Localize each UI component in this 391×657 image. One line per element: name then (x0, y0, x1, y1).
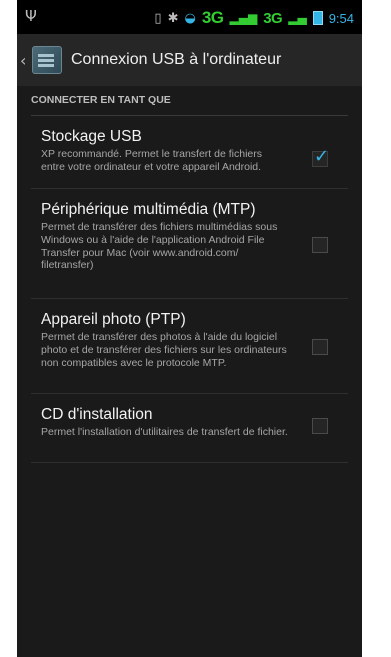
wifi-icon: ◒ (184, 10, 196, 26)
option-ptp[interactable]: Appareil photo (PTP) Permet de transfére… (31, 299, 348, 394)
signal-icon: ▂▄▆ (229, 11, 258, 25)
usb-icon: Ψ (25, 7, 37, 25)
vibrate-icon: ▯ (154, 10, 162, 26)
option-install-cd[interactable]: CD d'installation Permet l'installation … (31, 394, 348, 463)
checkbox-ptp[interactable] (312, 339, 328, 355)
page-title: Connexion USB à l'ordinateur (71, 51, 282, 68)
preferences-list: CONNECTER EN TANT QUE Stockage USB XP re… (17, 86, 362, 463)
option-mtp[interactable]: Périphérique multimédia (MTP) Permet de … (31, 189, 348, 299)
action-bar: ‹ Connexion USB à l'ordinateur (17, 34, 362, 86)
checkbox-mtp[interactable] (312, 237, 328, 253)
option-summary: Permet de transférer des fichiers multim… (41, 221, 278, 272)
clock: 9:54 (328, 10, 354, 26)
option-summary: XP recommandé. Permet le transfert de fi… (41, 148, 262, 173)
option-title: Appareil photo (PTP) (41, 311, 186, 328)
bluetooth-icon: ✱ (167, 10, 179, 26)
status-icons: ▯ ✱ ◒ 3G ▂▄▆ 3G ▂▄ 9:54 (154, 8, 354, 28)
option-title: Stockage USB (41, 128, 142, 145)
back-chevron-icon[interactable]: ‹ (20, 51, 28, 70)
phone-screen: Ψ ▯ ✱ ◒ 3G ▂▄▆ 3G ▂▄ 9:54 ‹ Connexion US… (17, 0, 362, 657)
battery-icon (312, 11, 323, 25)
settings-app-icon[interactable] (32, 46, 62, 74)
option-title: CD d'installation (41, 406, 153, 423)
network-type-2: 3G (263, 9, 283, 27)
option-title: Périphérique multimédia (MTP) (41, 201, 256, 218)
signal-icon-2: ▂▄ (288, 11, 307, 25)
network-type: 3G (201, 8, 224, 27)
option-usb-storage[interactable]: Stockage USB XP recommandé. Permet le tr… (31, 116, 348, 189)
status-bar: Ψ ▯ ✱ ◒ 3G ▂▄▆ 3G ▂▄ 9:54 (17, 0, 362, 34)
section-header: CONNECTER EN TANT QUE (31, 86, 348, 116)
option-summary: Permet l'installation d'utilitaires de t… (41, 426, 288, 438)
checkbox-usb-storage[interactable]: ✓ (312, 146, 329, 167)
option-summary: Permet de transférer des photos à l'aide… (41, 331, 287, 369)
check-icon: ✓ (314, 146, 330, 167)
checkbox-install-cd[interactable] (312, 418, 328, 434)
